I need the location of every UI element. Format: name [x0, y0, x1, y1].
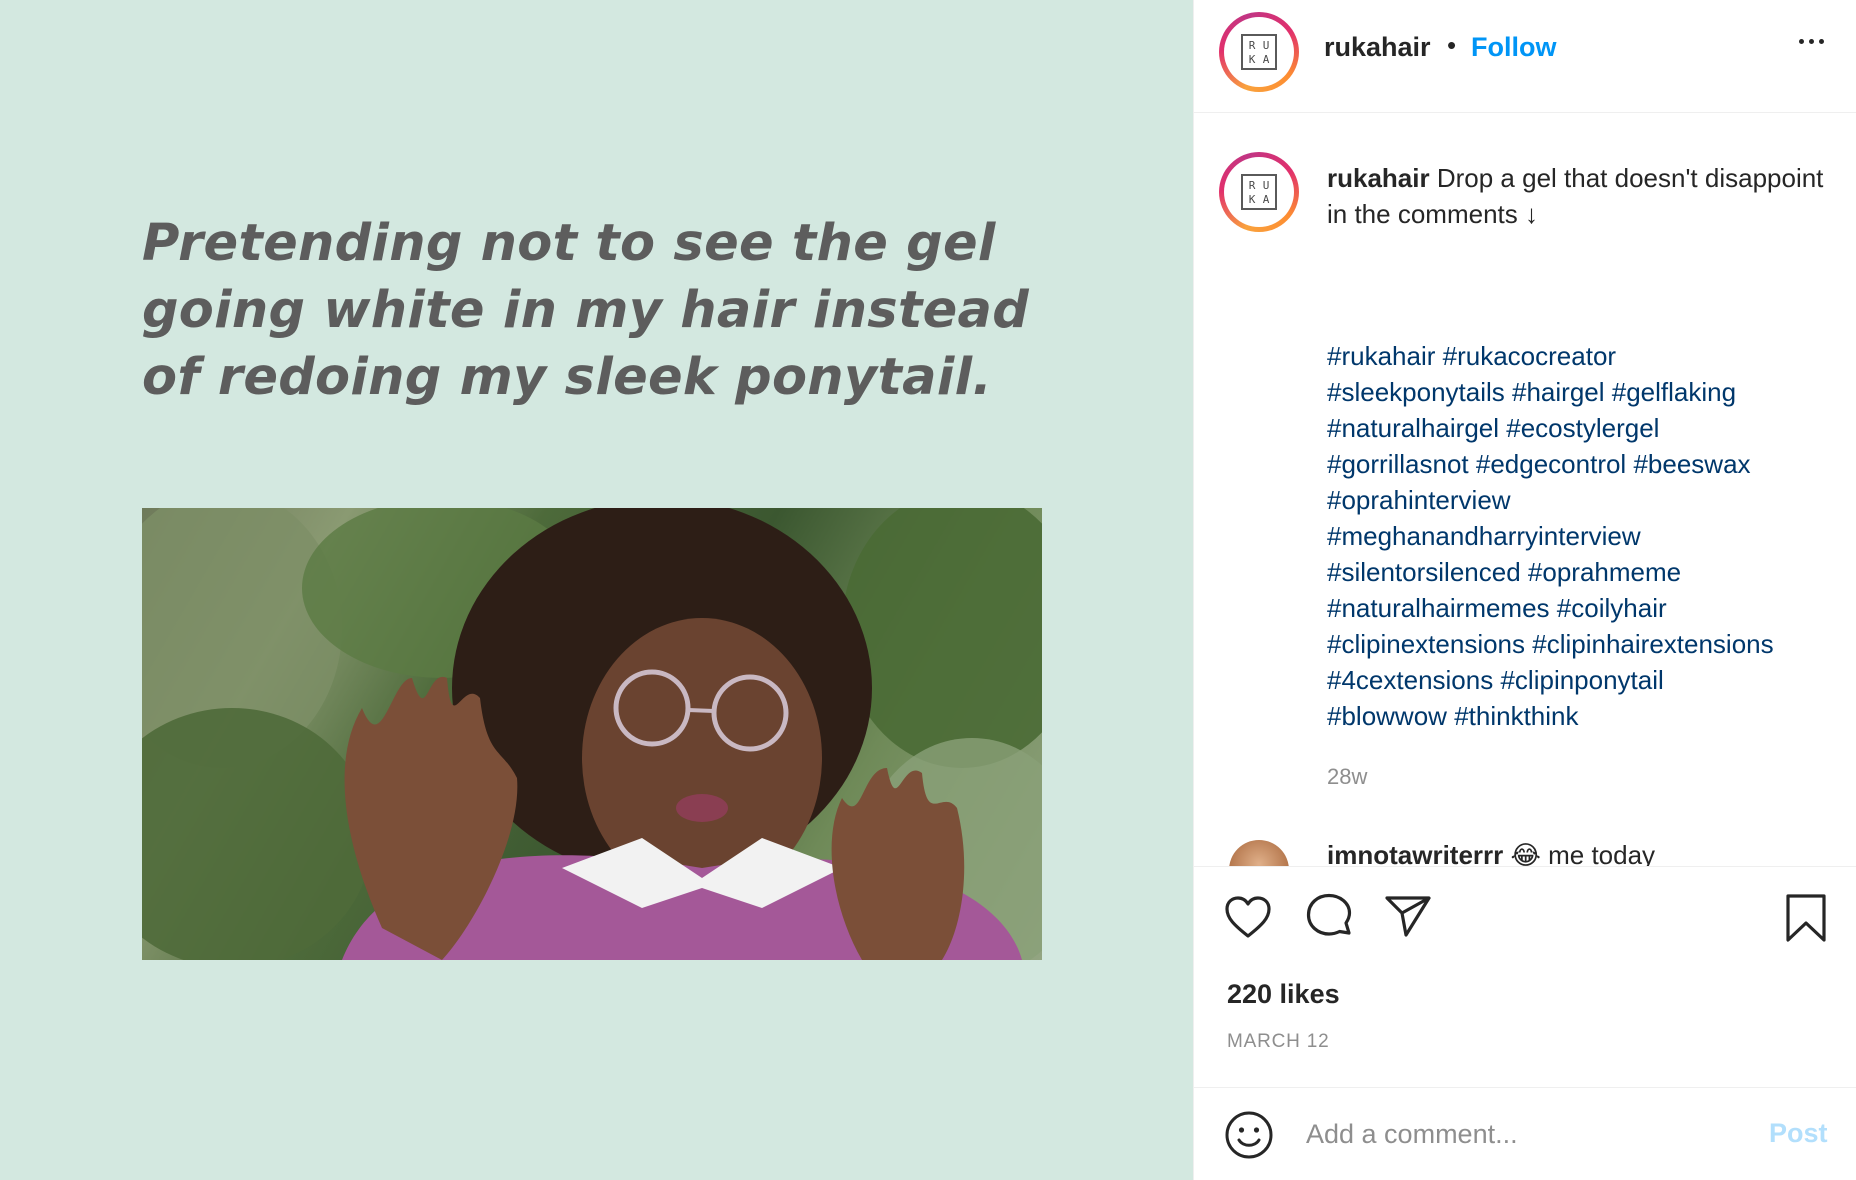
logo-letter: K — [1248, 52, 1256, 66]
profile-avatar[interactable]: R U K A — [1219, 12, 1299, 92]
hashtag-link[interactable]: #naturalhairgel — [1327, 413, 1499, 443]
hashtag-link[interactable]: #hairgel — [1512, 377, 1605, 407]
hashtag-link[interactable]: #clipinextensions — [1327, 629, 1525, 659]
more-horizontal-icon[interactable] — [1789, 26, 1833, 56]
hashtag-link[interactable]: #coilyhair — [1557, 593, 1667, 623]
paper-plane-icon[interactable] — [1384, 895, 1432, 939]
header-username[interactable]: rukahair — [1324, 32, 1431, 63]
hashtag-link[interactable]: #gelflaking — [1612, 377, 1736, 407]
comment-input[interactable] — [1306, 1112, 1726, 1156]
comment-text: 😂 me today — [1510, 840, 1656, 866]
hashtag-link[interactable]: #rukahair — [1327, 341, 1435, 371]
hashtag-link[interactable]: #oprahinterview — [1327, 485, 1511, 515]
hashtag-link[interactable]: #rukacocreator — [1443, 341, 1616, 371]
like-count[interactable]: 220 likes — [1227, 979, 1340, 1010]
logo-letter: A — [1262, 192, 1270, 206]
post-sidebar: R U K A rukahair • Follow R U K A rukaha… — [1193, 0, 1856, 1180]
post-age[interactable]: 28w — [1327, 764, 1367, 790]
commenter-avatar[interactable] — [1229, 840, 1289, 866]
meme-photo — [142, 508, 1042, 960]
logo-letter: U — [1262, 38, 1270, 52]
bookmark-icon[interactable] — [1785, 893, 1827, 943]
separator-dot: • — [1447, 30, 1457, 60]
hashtag-link[interactable]: #beeswax — [1633, 449, 1750, 479]
post-media: Pretending not to see the gel going whit… — [0, 0, 1193, 1180]
caption-avatar[interactable]: R U K A — [1219, 152, 1299, 232]
hashtag-link[interactable]: #naturalhairmemes — [1327, 593, 1550, 623]
caption-username[interactable]: rukahair — [1327, 163, 1430, 193]
hashtag-link[interactable]: #gorrillasnot — [1327, 449, 1469, 479]
hashtag-link[interactable]: #ecostylergel — [1506, 413, 1659, 443]
meme-photo-illustration — [142, 508, 1042, 960]
comment-icon[interactable] — [1304, 893, 1354, 941]
add-comment-bar: Post — [1194, 1088, 1856, 1180]
hashtag-link[interactable]: #silentorsilenced — [1327, 557, 1521, 587]
hashtag-link[interactable]: #oprahmeme — [1528, 557, 1681, 587]
hashtag-link[interactable]: #edgecontrol — [1476, 449, 1626, 479]
hashtag-list: #rukahair #rukacocreator #sleekponytails… — [1327, 338, 1852, 734]
post-date: MARCH 12 — [1227, 1031, 1330, 1052]
hashtag-link[interactable]: #thinkthink — [1454, 701, 1578, 731]
comment-item: imnotawriterrr 😂 me today — [1327, 840, 1655, 866]
hashtag-link[interactable]: #clipinponytail — [1500, 665, 1663, 695]
post-header: R U K A rukahair • Follow — [1194, 0, 1856, 113]
heart-icon[interactable] — [1224, 895, 1272, 939]
logo-letter: R — [1248, 38, 1256, 52]
action-bar: 220 likes MARCH 12 — [1194, 866, 1856, 1088]
smiley-icon[interactable] — [1224, 1110, 1274, 1160]
comments-section: R U K A rukahair Drop a gel that doesn't… — [1194, 114, 1856, 866]
hashtag-link[interactable]: #meghanandharryinterview — [1327, 521, 1641, 551]
ruka-logo: R U K A — [1241, 174, 1277, 210]
commenter-username[interactable]: imnotawriterrr — [1327, 840, 1503, 866]
hashtag-link[interactable]: #4cextensions — [1327, 665, 1493, 695]
logo-letter: K — [1248, 192, 1256, 206]
logo-letter: R — [1248, 178, 1256, 192]
follow-button[interactable]: Follow — [1471, 32, 1556, 63]
hashtag-link[interactable]: #blowwow — [1327, 701, 1447, 731]
hashtag-link[interactable]: #sleekponytails — [1327, 377, 1505, 407]
post-button[interactable]: Post — [1769, 1118, 1828, 1149]
hashtag-link[interactable]: #clipinhairextensions — [1532, 629, 1773, 659]
logo-letter: A — [1262, 52, 1270, 66]
caption-text: rukahair Drop a gel that doesn't disappo… — [1327, 160, 1827, 232]
meme-caption: Pretending not to see the gel going whit… — [142, 214, 1030, 407]
logo-letter: U — [1262, 178, 1270, 192]
ruka-logo: R U K A — [1241, 34, 1277, 70]
